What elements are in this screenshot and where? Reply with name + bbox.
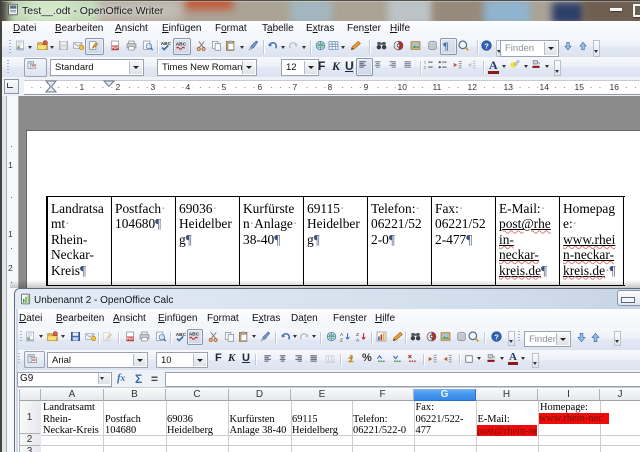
svg-text:1: 1 bbox=[424, 61, 426, 65]
svg-text:2: 2 bbox=[424, 66, 426, 70]
